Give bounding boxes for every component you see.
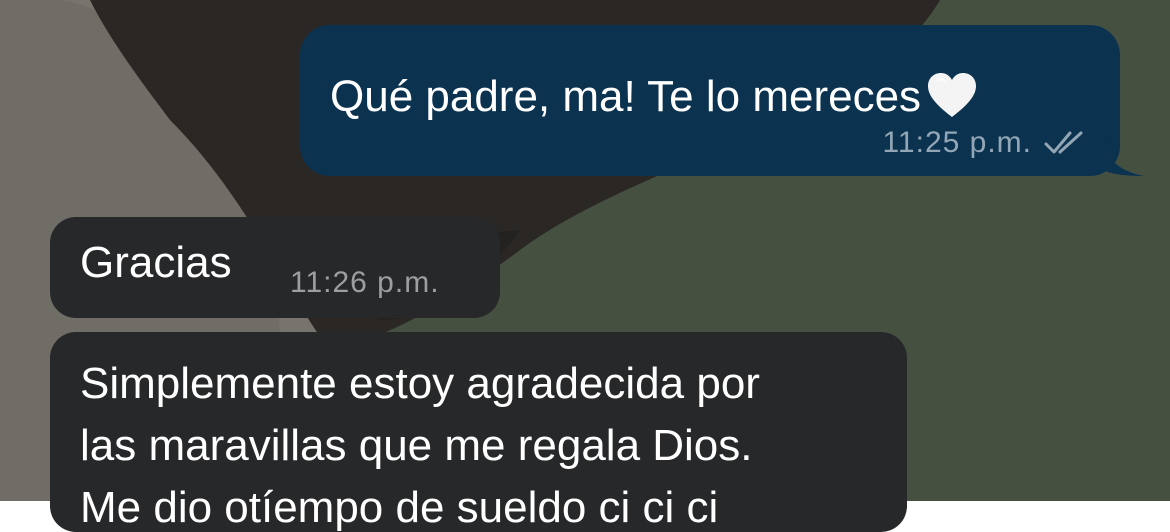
message-line: Simplemente estoy agradecida por — [80, 359, 760, 408]
incoming-message-bubble[interactable]: Simplemente estoy agradecida por las mar… — [50, 332, 907, 532]
outgoing-message-bubble[interactable]: Qué padre, ma! Te lo mereces 11:25 p.m. — [300, 25, 1144, 176]
white-heart-icon — [927, 73, 977, 133]
message-line: Me dio otíempo de sueldo ci ci ci — [80, 483, 719, 532]
message-text: Simplemente estoy agradecida por las mar… — [80, 353, 880, 532]
message-line: las maravillas que me regala Dios. — [80, 421, 753, 470]
message-time: 11:26 p.m. — [290, 266, 440, 299]
message-time: 11:25 p.m. — [882, 126, 1032, 159]
message-text: Qué padre, ma! Te lo mereces — [330, 69, 977, 133]
message-meta: 11:25 p.m. — [882, 126, 1088, 164]
incoming-message-bubble[interactable]: Gracias 11:26 p.m. — [50, 217, 500, 318]
bubble-tail — [1104, 136, 1144, 176]
message-text: Gracias — [80, 238, 232, 287]
double-check-icon — [1044, 130, 1088, 164]
